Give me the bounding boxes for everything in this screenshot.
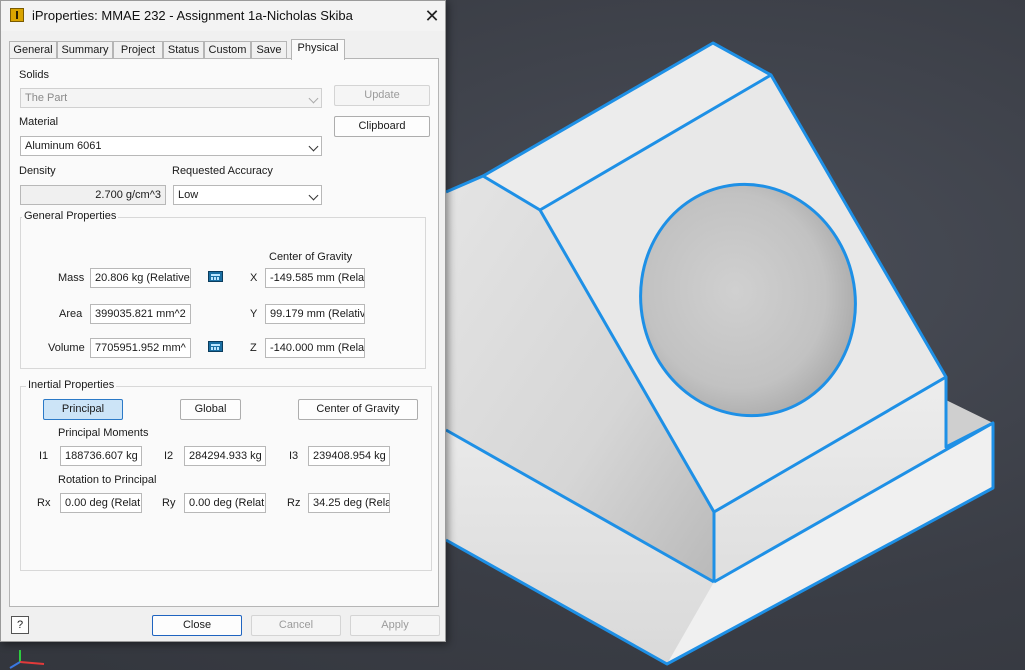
iproperties-dialog: iProperties: MMAE 232 - Assignment 1a-Ni… xyxy=(0,0,446,642)
accuracy-value: Low xyxy=(178,189,199,201)
accuracy-label: Requested Accuracy xyxy=(172,165,273,177)
i1-field[interactable]: 188736.607 kg xyxy=(60,446,142,466)
solids-label: Solids xyxy=(19,69,49,81)
material-value: Aluminum 6061 xyxy=(25,140,102,152)
help-icon[interactable]: ? xyxy=(11,616,29,634)
x-label: X xyxy=(250,272,258,284)
chevron-down-icon xyxy=(308,190,319,201)
chevron-down-icon xyxy=(308,141,319,152)
area-field[interactable]: 399035.821 mm^2 xyxy=(90,304,191,324)
rotation-label: Rotation to Principal xyxy=(58,474,157,486)
window-title: iProperties: MMAE 232 - Assignment 1a-Ni… xyxy=(32,8,353,23)
i2-label: I2 xyxy=(164,450,174,462)
y-label: Y xyxy=(250,308,258,320)
calculator-icon[interactable] xyxy=(208,271,223,282)
z-label: Z xyxy=(250,342,257,354)
general-properties-title: General Properties xyxy=(22,210,119,222)
title-bar[interactable]: iProperties: MMAE 232 - Assignment 1a-Ni… xyxy=(1,1,445,31)
i2-field[interactable]: 284294.933 kg xyxy=(184,446,266,466)
close-window-button[interactable]: ✕ xyxy=(419,5,445,27)
tab-general[interactable]: General xyxy=(9,41,57,58)
coordinate-triad-icon xyxy=(9,650,45,669)
physical-panel: Solids The Part Update Clipboard Materia… xyxy=(9,58,439,607)
principal-moments-label: Principal Moments xyxy=(58,427,149,439)
i3-label: I3 xyxy=(289,450,299,462)
rx-field[interactable]: 0.00 deg (Relat xyxy=(60,493,142,513)
apply-button: Apply xyxy=(350,615,440,636)
rx-label: Rx xyxy=(37,497,51,509)
density-label: Density xyxy=(19,165,56,177)
ry-label: Ry xyxy=(162,497,176,509)
tab-summary[interactable]: Summary xyxy=(57,41,113,58)
solids-select: The Part xyxy=(20,88,322,108)
area-label: Area xyxy=(59,308,83,320)
rz-label: Rz xyxy=(287,497,301,509)
cog-y-field[interactable]: 99.179 mm (Relativ xyxy=(265,304,365,324)
i1-label: I1 xyxy=(39,450,49,462)
chevron-down-icon xyxy=(308,93,319,104)
clipboard-button[interactable]: Clipboard xyxy=(334,116,430,137)
inventor-app-icon xyxy=(10,8,24,22)
update-button: Update xyxy=(334,85,430,106)
material-select[interactable]: Aluminum 6061 xyxy=(20,136,322,156)
cog-x-field[interactable]: -149.585 mm (Relat xyxy=(265,268,365,288)
close-button[interactable]: Close xyxy=(152,615,242,636)
global-button[interactable]: Global xyxy=(180,399,241,420)
part-model[interactable] xyxy=(445,41,995,666)
i3-field[interactable]: 239408.954 kg xyxy=(308,446,390,466)
cog-z-field[interactable]: -140.000 mm (Relat xyxy=(265,338,365,358)
volume-field[interactable]: 7705951.952 mm^ xyxy=(90,338,191,358)
solids-value: The Part xyxy=(25,92,68,104)
tab-project[interactable]: Project xyxy=(113,41,163,58)
inertial-properties-title: Inertial Properties xyxy=(26,379,117,391)
accuracy-select[interactable]: Low xyxy=(173,185,322,205)
ry-field[interactable]: 0.00 deg (Relat xyxy=(184,493,266,513)
tab-physical[interactable]: Physical xyxy=(291,39,345,60)
mass-field[interactable]: 20.806 kg (Relative xyxy=(90,268,191,288)
cog-heading: Center of Gravity xyxy=(269,251,353,263)
principal-button[interactable]: Principal xyxy=(43,399,123,420)
density-field: 2.700 g/cm^3 xyxy=(20,185,166,205)
mass-label: Mass xyxy=(58,272,85,284)
tab-custom[interactable]: Custom xyxy=(204,41,251,58)
center-of-gravity-button[interactable]: Center of Gravity xyxy=(298,399,418,420)
tab-save[interactable]: Save xyxy=(251,41,287,58)
cancel-button: Cancel xyxy=(251,615,341,636)
calculator-icon[interactable] xyxy=(208,341,223,352)
volume-label: Volume xyxy=(48,342,85,354)
material-label: Material xyxy=(19,116,59,128)
tab-status[interactable]: Status xyxy=(163,41,204,58)
rz-field[interactable]: 34.25 deg (Rela xyxy=(308,493,390,513)
